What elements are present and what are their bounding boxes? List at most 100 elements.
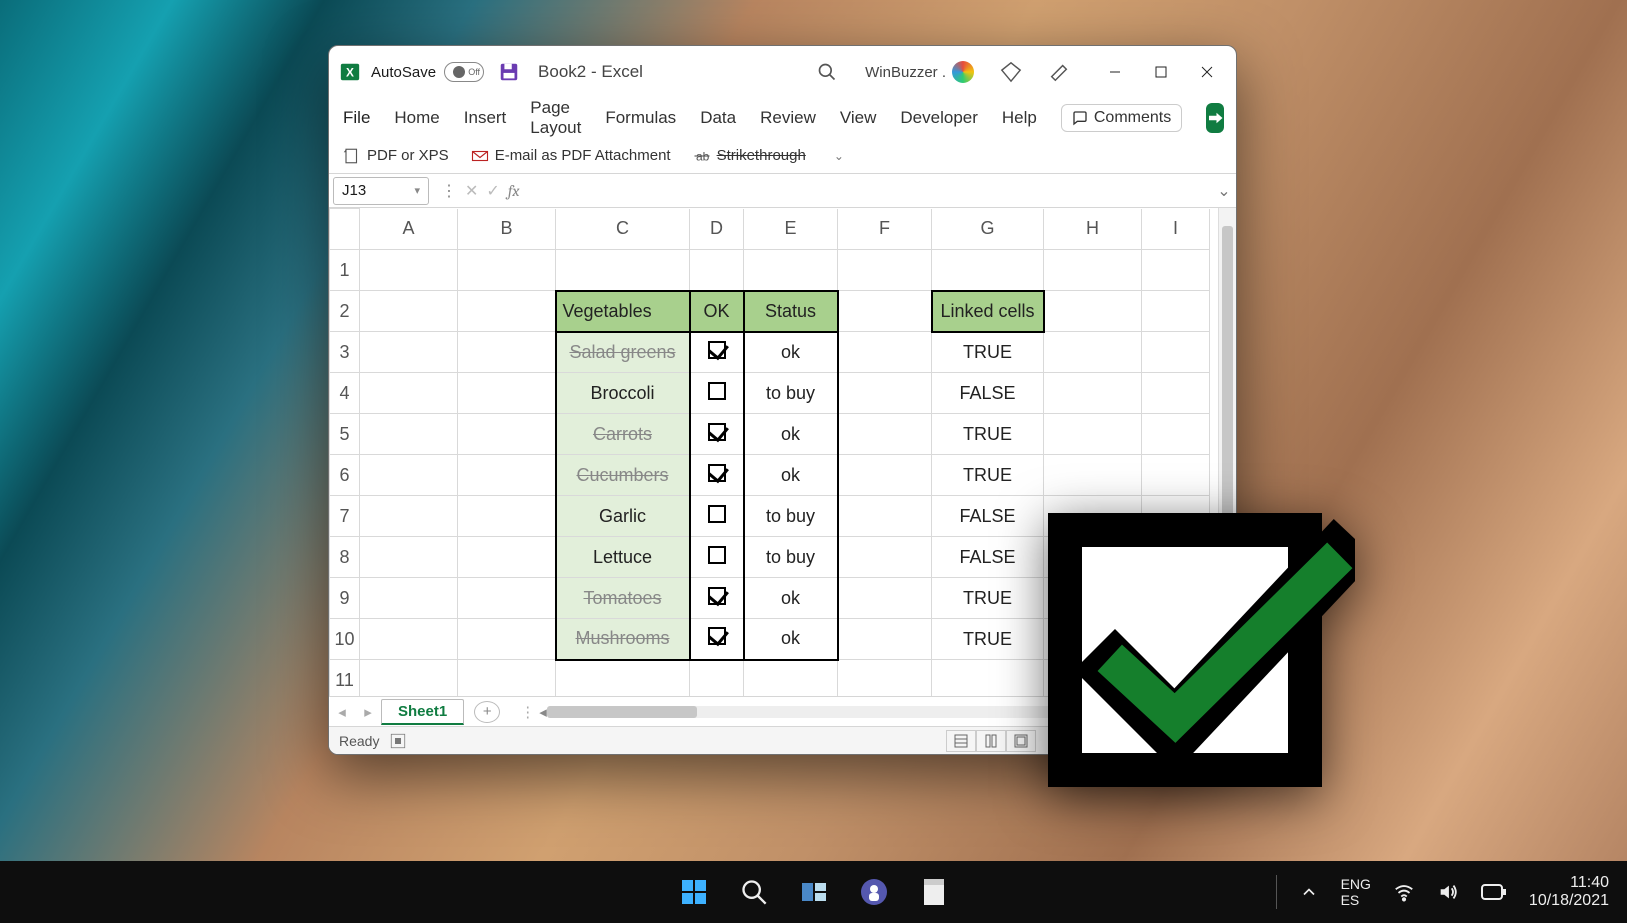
cell-A8[interactable] <box>360 537 458 578</box>
cell-E11[interactable] <box>744 660 838 697</box>
col-header-D[interactable]: D <box>690 209 744 250</box>
cell-G2[interactable]: Linked cells <box>932 291 1044 332</box>
menu-formulas[interactable]: Formulas <box>605 108 676 128</box>
row-header-6[interactable]: 6 <box>330 455 360 496</box>
battery-icon[interactable] <box>1481 883 1507 901</box>
language-switch[interactable]: ENG ES <box>1341 876 1371 908</box>
view-page-break-button[interactable] <box>1006 730 1036 752</box>
cell-A9[interactable] <box>360 578 458 619</box>
cell-D10[interactable] <box>690 619 744 660</box>
cell-C6[interactable]: Cucumbers <box>556 455 690 496</box>
autosave-control[interactable]: AutoSave Off <box>371 62 484 82</box>
menu-review[interactable]: Review <box>760 108 816 128</box>
cell-A1[interactable] <box>360 250 458 291</box>
qa-overflow-icon[interactable]: ⌄ <box>834 149 844 163</box>
cell-E4[interactable]: to buy <box>744 373 838 414</box>
cell-C8[interactable]: Lettuce <box>556 537 690 578</box>
view-normal-button[interactable] <box>946 730 976 752</box>
cell-F9[interactable] <box>838 578 932 619</box>
col-header-F[interactable]: F <box>838 209 932 250</box>
volume-icon[interactable] <box>1437 881 1459 903</box>
macro-rec-icon[interactable] <box>389 732 407 750</box>
pen-icon[interactable] <box>1048 61 1070 83</box>
cell-E1[interactable] <box>744 250 838 291</box>
sheet-tab-sheet1[interactable]: Sheet1 <box>381 699 464 725</box>
cell-C3[interactable]: Salad greens <box>556 332 690 373</box>
menu-page-layout[interactable]: Page Layout <box>530 98 581 138</box>
cell-E6[interactable]: ok <box>744 455 838 496</box>
menu-insert[interactable]: Insert <box>464 108 507 128</box>
cell-E8[interactable]: to buy <box>744 537 838 578</box>
menu-help[interactable]: Help <box>1002 108 1037 128</box>
cell-D2[interactable]: OK <box>690 291 744 332</box>
cell-C1[interactable] <box>556 250 690 291</box>
cell-F3[interactable] <box>838 332 932 373</box>
row-header-4[interactable]: 4 <box>330 373 360 414</box>
cell-A2[interactable] <box>360 291 458 332</box>
row-header-1[interactable]: 1 <box>330 250 360 291</box>
task-view-button[interactable] <box>797 875 831 909</box>
tray-overflow-icon[interactable] <box>1299 882 1319 902</box>
cell-A10[interactable] <box>360 619 458 660</box>
cell-G10[interactable]: TRUE <box>932 619 1044 660</box>
col-header-B[interactable]: B <box>458 209 556 250</box>
cell-F7[interactable] <box>838 496 932 537</box>
cell-G5[interactable]: TRUE <box>932 414 1044 455</box>
cell-G8[interactable]: FALSE <box>932 537 1044 578</box>
formula-cancel-icon[interactable]: ✕ <box>465 181 478 201</box>
col-header-A[interactable]: A <box>360 209 458 250</box>
menu-file[interactable]: File <box>343 108 370 128</box>
cell-E9[interactable]: ok <box>744 578 838 619</box>
comments-button[interactable]: Comments <box>1061 104 1182 132</box>
name-box[interactable]: J13 ▾ <box>333 177 429 205</box>
col-header-C[interactable]: C <box>556 209 690 250</box>
cell-E2[interactable]: Status <box>744 291 838 332</box>
formula-input[interactable] <box>526 177 1213 205</box>
checkbox[interactable] <box>708 423 726 441</box>
cell-F5[interactable] <box>838 414 932 455</box>
cell-E7[interactable]: to buy <box>744 496 838 537</box>
row-header-5[interactable]: 5 <box>330 414 360 455</box>
cell-I5[interactable] <box>1142 414 1210 455</box>
cell-E5[interactable]: ok <box>744 414 838 455</box>
close-button[interactable] <box>1184 49 1230 95</box>
tab-next-icon[interactable]: ▸ <box>355 703 381 721</box>
cell-G6[interactable]: TRUE <box>932 455 1044 496</box>
cell-A7[interactable] <box>360 496 458 537</box>
cell-D9[interactable] <box>690 578 744 619</box>
clock[interactable]: 11:40 10/18/2021 <box>1529 874 1609 910</box>
cell-F11[interactable] <box>838 660 932 697</box>
account-button[interactable]: WinBuzzer . <box>865 61 974 83</box>
checkbox[interactable] <box>708 505 726 523</box>
maximize-button[interactable] <box>1138 49 1184 95</box>
cell-D7[interactable] <box>690 496 744 537</box>
cell-B6[interactable] <box>458 455 556 496</box>
formula-expand-icon[interactable]: ⌄ <box>1212 181 1236 201</box>
menu-view[interactable]: View <box>840 108 877 128</box>
cell-F8[interactable] <box>838 537 932 578</box>
cell-A5[interactable] <box>360 414 458 455</box>
save-icon[interactable] <box>498 61 520 83</box>
cell-F6[interactable] <box>838 455 932 496</box>
cell-A4[interactable] <box>360 373 458 414</box>
row-header-2[interactable]: 2 <box>330 291 360 332</box>
cell-D8[interactable] <box>690 537 744 578</box>
row-header-3[interactable]: 3 <box>330 332 360 373</box>
start-button[interactable] <box>677 875 711 909</box>
cell-A3[interactable] <box>360 332 458 373</box>
cell-C4[interactable]: Broccoli <box>556 373 690 414</box>
cell-C5[interactable]: Carrots <box>556 414 690 455</box>
cell-D4[interactable] <box>690 373 744 414</box>
cell-C2[interactable]: Vegetables <box>556 291 690 332</box>
cell-F2[interactable] <box>838 291 932 332</box>
cell-A11[interactable] <box>360 660 458 697</box>
cell-F10[interactable] <box>838 619 932 660</box>
cell-E3[interactable]: ok <box>744 332 838 373</box>
row-header-8[interactable]: 8 <box>330 537 360 578</box>
share-button[interactable] <box>1206 103 1224 133</box>
tab-prev-icon[interactable]: ◂ <box>329 703 355 721</box>
menu-data[interactable]: Data <box>700 108 736 128</box>
cell-D11[interactable] <box>690 660 744 697</box>
cell-I1[interactable] <box>1142 250 1210 291</box>
minimize-button[interactable] <box>1092 49 1138 95</box>
